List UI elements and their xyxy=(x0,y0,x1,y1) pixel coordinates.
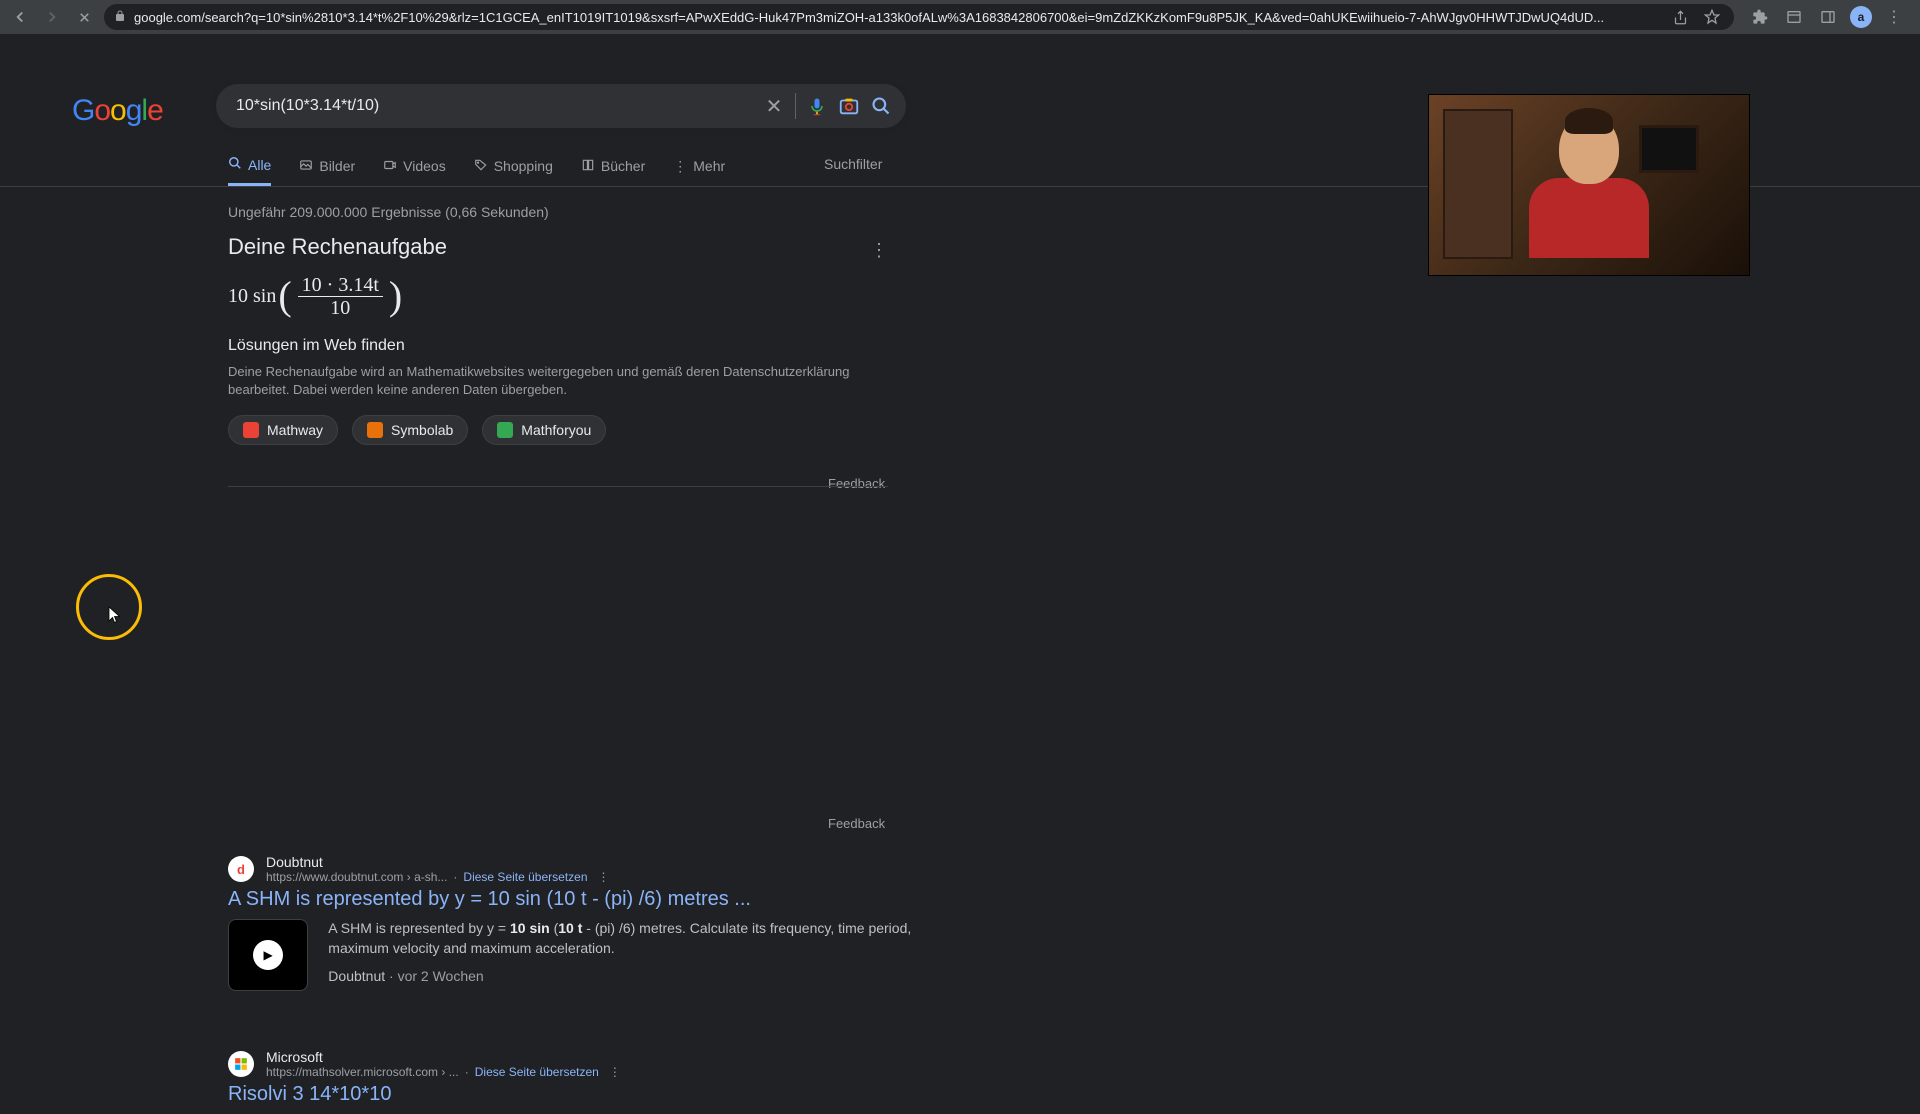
background-door xyxy=(1443,109,1513,259)
chip-label: Mathway xyxy=(267,422,323,438)
url-text: google.com/search?q=10*sin%2810*3.14*t%2… xyxy=(134,10,1660,25)
chip-label: Mathforyou xyxy=(521,422,591,438)
share-icon[interactable] xyxy=(1668,5,1692,29)
math-answer-card: Deine Rechenaufgabe ⋮ 10 sin ( 10 · 3.14… xyxy=(228,234,888,445)
chrome-menu-icon[interactable]: ⋮ xyxy=(1882,5,1906,29)
chip-label: Symbolab xyxy=(391,422,453,438)
math-card-title: Deine Rechenaufgabe xyxy=(228,234,888,260)
feedback-link[interactable]: Feedback xyxy=(828,476,885,491)
divider xyxy=(228,486,888,487)
result-title[interactable]: A SHM is represented by y = 10 sin (10 t… xyxy=(228,888,928,911)
translate-link[interactable]: Diese Seite übersetzen xyxy=(463,870,587,884)
chrome-actions: a ⋮ xyxy=(1742,5,1912,29)
webcam-overlay xyxy=(1428,94,1750,276)
result-url[interactable]: https://www.doubtnut.com › a-sh... xyxy=(266,870,447,884)
result-source: Doubtnut xyxy=(266,854,614,870)
result-title[interactable]: Risolvi 3 14*10*10 xyxy=(228,1083,928,1106)
person xyxy=(1529,114,1649,264)
search-input[interactable] xyxy=(236,97,753,115)
chip-symbolab[interactable]: Symbolab xyxy=(352,415,468,445)
tab-images[interactable]: Bilder xyxy=(299,158,355,185)
result-url-row: https://mathsolver.microsoft.com › ... ·… xyxy=(266,1065,625,1079)
tab-label: Mehr xyxy=(693,158,725,174)
chip-mathway[interactable]: Mathway xyxy=(228,415,338,445)
search-tabs: Alle Bilder Videos Shopping Bücher xyxy=(228,156,725,186)
mathway-icon xyxy=(243,422,259,438)
chip-mathforyou[interactable]: Mathforyou xyxy=(482,415,606,445)
address-bar[interactable]: google.com/search?q=10*sin%2810*3.14*t%2… xyxy=(104,4,1734,30)
search-result: d Doubtnut https://www.doubtnut.com › a-… xyxy=(228,854,928,991)
result-source: Microsoft xyxy=(266,1049,625,1065)
play-icon: ▶ xyxy=(253,940,283,970)
fraction: 10 · 3.14t 10 xyxy=(298,274,383,319)
translate-link[interactable]: Diese Seite übersetzen xyxy=(475,1065,599,1079)
tab-label: Bücher xyxy=(601,158,645,174)
reading-list-icon[interactable] xyxy=(1782,5,1806,29)
bookmark-icon[interactable] xyxy=(1700,5,1724,29)
lock-icon xyxy=(114,10,126,25)
tab-label: Shopping xyxy=(494,158,553,174)
numerator: 10 · 3.14t xyxy=(298,274,383,297)
separator xyxy=(795,93,796,119)
profile-avatar[interactable]: a xyxy=(1850,6,1872,28)
solutions-description: Deine Rechenaufgabe wird an Mathematikwe… xyxy=(228,363,878,399)
result-url-row: https://www.doubtnut.com › a-sh... · Die… xyxy=(266,870,614,884)
result-menu-icon[interactable]: ⋮ xyxy=(594,870,614,884)
tab-shopping[interactable]: Shopping xyxy=(474,158,553,185)
voice-search-icon[interactable] xyxy=(806,95,828,117)
result-menu-icon[interactable]: ⋮ xyxy=(605,1065,625,1079)
result-snippet: A SHM is represented by y = 10 sin (10 t… xyxy=(328,919,928,958)
video-thumbnail[interactable]: ▶ xyxy=(228,919,308,991)
tab-label: Bilder xyxy=(319,158,355,174)
denominator: 10 xyxy=(326,297,354,319)
solver-chips: Mathway Symbolab Mathforyou xyxy=(228,415,888,445)
solutions-heading: Lösungen im Web finden xyxy=(228,337,888,355)
extensions-icon[interactable] xyxy=(1748,5,1772,29)
browser-toolbar: google.com/search?q=10*sin%2810*3.14*t%2… xyxy=(0,0,1920,34)
formula-prefix: 10 sin xyxy=(228,285,276,308)
clear-search-icon[interactable]: ✕ xyxy=(763,95,785,117)
side-panel-icon[interactable] xyxy=(1816,5,1840,29)
back-button[interactable] xyxy=(8,5,32,29)
tab-all[interactable]: Alle xyxy=(228,156,271,186)
more-icon: ⋮ xyxy=(673,158,687,175)
search-box[interactable]: ✕ xyxy=(216,84,906,128)
favicon-microsoft xyxy=(228,1051,254,1077)
tab-videos[interactable]: Videos xyxy=(383,158,446,185)
feedback-link[interactable]: Feedback xyxy=(828,816,885,831)
google-logo[interactable]: Google xyxy=(72,94,163,128)
tab-more[interactable]: ⋮ Mehr xyxy=(673,158,725,185)
favicon-doubtnut: d xyxy=(228,856,254,882)
symbolab-icon xyxy=(367,422,383,438)
video-icon xyxy=(383,158,397,175)
image-search-icon[interactable] xyxy=(838,95,860,117)
tab-label: Videos xyxy=(403,158,446,174)
math-formula: 10 sin ( 10 · 3.14t 10 ) xyxy=(228,274,888,319)
stop-reload-button[interactable] xyxy=(72,5,96,29)
image-icon xyxy=(299,158,313,175)
search-icon xyxy=(228,156,242,173)
cursor-pointer-icon xyxy=(108,606,122,627)
search-filters[interactable]: Suchfilter xyxy=(824,156,882,172)
tab-books[interactable]: Bücher xyxy=(581,158,645,185)
card-menu-icon[interactable]: ⋮ xyxy=(870,240,888,261)
mathforyou-icon xyxy=(497,422,513,438)
book-icon xyxy=(581,158,595,175)
search-button-icon[interactable] xyxy=(870,95,892,117)
search-result: Microsoft https://mathsolver.microsoft.c… xyxy=(228,1049,928,1114)
forward-button[interactable] xyxy=(40,5,64,29)
result-url[interactable]: https://mathsolver.microsoft.com › ... xyxy=(266,1065,459,1079)
result-stats: Ungefähr 209.000.000 Ergebnisse (0,66 Se… xyxy=(228,204,549,220)
tag-icon xyxy=(474,158,488,175)
result-meta: Doubtnut · vor 2 Wochen xyxy=(328,968,928,984)
tab-label: Alle xyxy=(248,157,271,173)
